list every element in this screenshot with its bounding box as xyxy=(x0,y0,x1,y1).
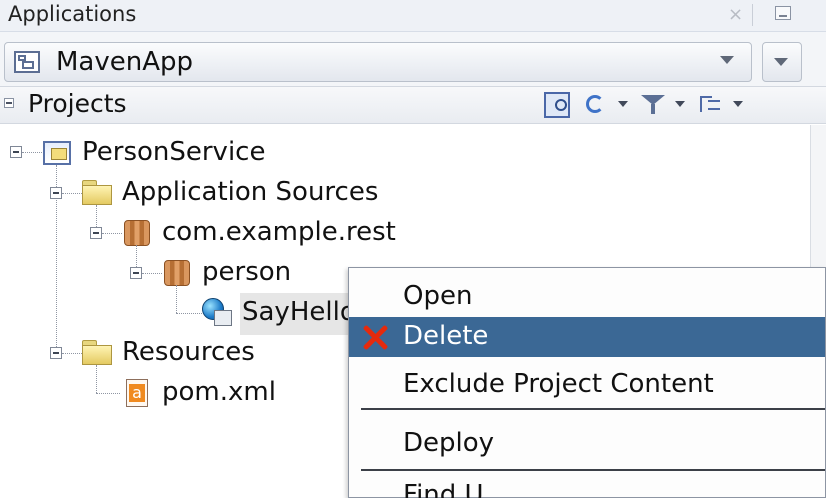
tree-item-com-example-rest[interactable]: com.example.rest xyxy=(162,217,396,247)
chevron-down-icon[interactable] xyxy=(720,56,734,64)
package-icon xyxy=(164,260,190,286)
context-menu: Open Delete Exclude Project Content Depl… xyxy=(348,267,826,498)
application-icon xyxy=(14,51,40,73)
tree-item-sayhello[interactable]: SayHello xyxy=(242,297,356,327)
tree-item-resources[interactable]: Resources xyxy=(122,337,255,367)
collapse-icon[interactable] xyxy=(90,227,102,239)
vertical-scrollbar[interactable] xyxy=(810,125,826,267)
tree-item-application-sources[interactable]: Application Sources xyxy=(122,177,378,207)
collapse-icon[interactable] xyxy=(10,146,22,158)
collapse-icon[interactable] xyxy=(50,347,62,359)
collapse-icon[interactable] xyxy=(4,98,14,108)
tree-connector xyxy=(102,233,122,234)
tree-connector xyxy=(62,353,82,354)
web-service-icon xyxy=(202,298,232,326)
xml-file-icon: a xyxy=(126,379,148,407)
sync-icon[interactable] xyxy=(584,92,612,118)
header-separator xyxy=(752,4,753,26)
delete-icon xyxy=(361,323,389,351)
folder-icon xyxy=(82,340,112,365)
tree-item-personservice[interactable]: PersonService xyxy=(82,137,265,167)
tree-connector xyxy=(96,393,120,394)
menu-item-partial[interactable]: Find U xyxy=(403,480,484,498)
tree-view-icon[interactable] xyxy=(698,92,726,118)
chevron-down-icon[interactable] xyxy=(733,101,743,107)
filter-icon[interactable] xyxy=(641,92,669,118)
tree-connector xyxy=(62,193,82,194)
tree-item-pom-xml[interactable]: pom.xml xyxy=(162,377,276,407)
project-icon xyxy=(43,141,71,165)
menu-item-exclude-project-content[interactable]: Exclude Project Content xyxy=(349,365,825,405)
minimize-button[interactable] xyxy=(775,6,791,20)
chevron-down-icon[interactable] xyxy=(675,101,685,107)
panel-title: Applications xyxy=(8,2,137,26)
tree-connector xyxy=(96,365,97,393)
menu-item-delete[interactable]: Delete xyxy=(349,317,825,357)
tree-connector xyxy=(22,152,42,153)
folder-icon xyxy=(82,180,112,205)
package-icon xyxy=(124,220,150,246)
chevron-down-icon xyxy=(774,58,788,66)
tree-item-person[interactable]: person xyxy=(202,257,291,287)
tree-connector xyxy=(176,313,202,314)
chevron-down-icon[interactable] xyxy=(618,101,628,107)
search-icon[interactable] xyxy=(544,92,570,118)
menu-separator xyxy=(361,469,825,471)
collapse-icon[interactable] xyxy=(50,187,62,199)
menu-item-open[interactable]: Open xyxy=(349,277,825,317)
menu-separator xyxy=(361,408,825,410)
close-icon[interactable]: × xyxy=(728,4,743,25)
selected-application: MavenApp xyxy=(56,47,194,77)
menu-item-deploy[interactable]: Deploy xyxy=(349,424,825,464)
tree-connector xyxy=(142,273,162,274)
collapse-icon[interactable] xyxy=(130,267,142,279)
projects-label: Projects xyxy=(28,89,127,118)
tree-connector xyxy=(176,285,177,313)
